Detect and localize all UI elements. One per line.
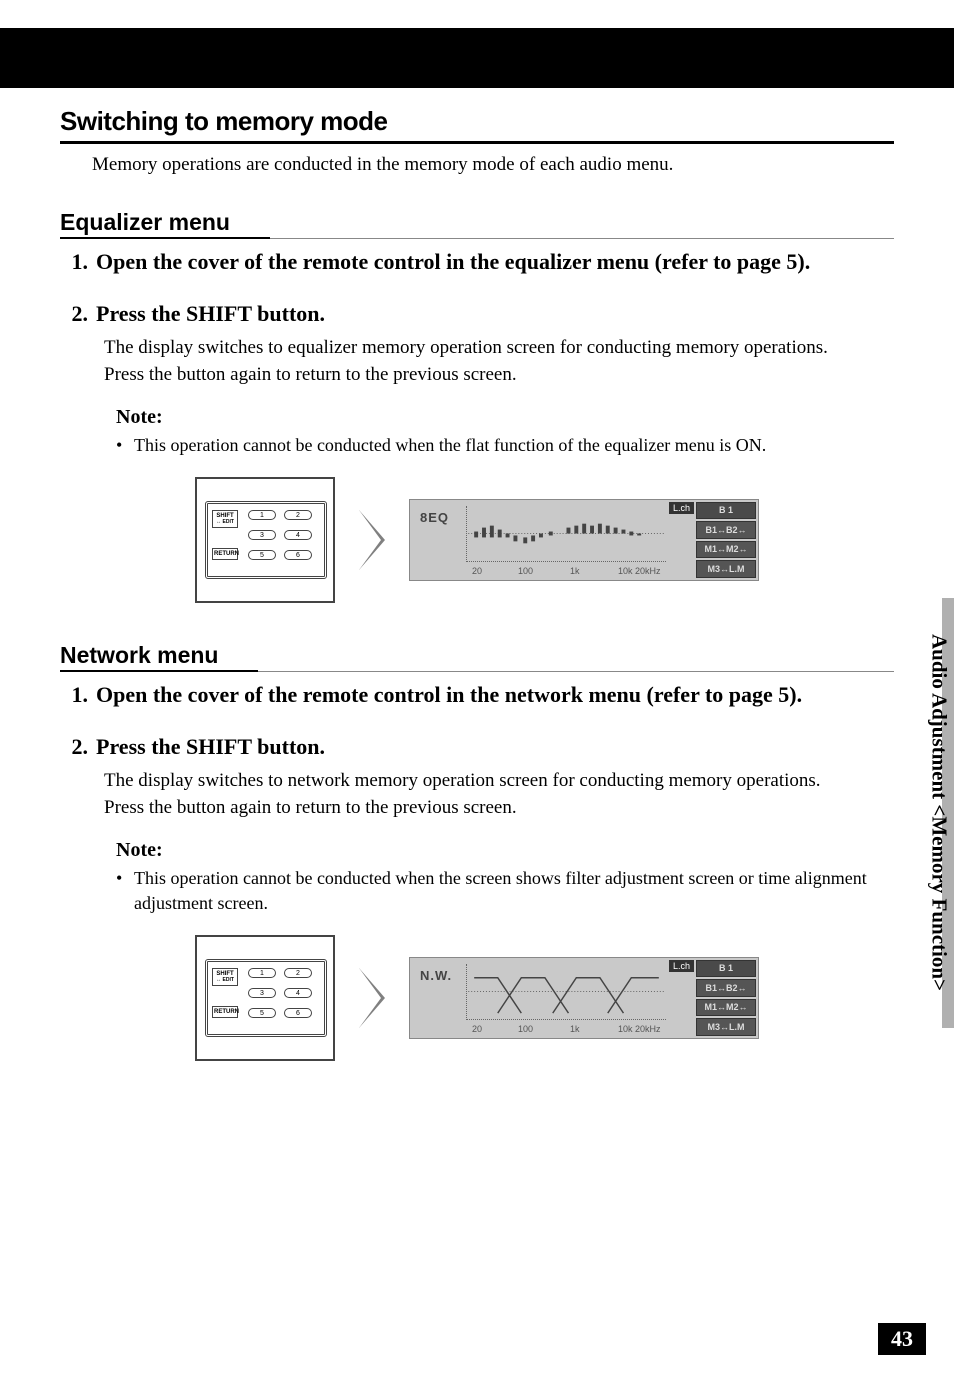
note-text: This operation cannot be conducted when …: [134, 866, 894, 916]
panel-b1: B 1: [696, 502, 756, 520]
screen-mode-label: 8EQ: [420, 510, 449, 525]
lch-badge: L.ch: [669, 960, 694, 972]
main-intro-text: Memory operations are conducted in the m…: [92, 154, 894, 176]
shift-button-label: SHIFT↔ EDIT: [212, 510, 238, 528]
equalizer-figure-row: SHIFT↔ EDIT RETURN 1 2 3 4 5 6 8EQ L.ch: [60, 477, 894, 603]
remote-num-2: 2: [284, 968, 312, 978]
axis-20: 20: [472, 1024, 482, 1034]
step-title: Press the SHIFT button.: [96, 734, 894, 760]
panel-b1: B 1: [696, 960, 756, 978]
step-number: 1.: [60, 682, 96, 716]
network-note: Note: • This operation cannot be conduct…: [116, 839, 894, 916]
shift-button-label: SHIFT↔ EDIT: [212, 968, 238, 986]
axis-10k: 10k 20kHz: [618, 566, 661, 576]
step-title: Open the cover of the remote control in …: [96, 682, 894, 708]
step-title: Open the cover of the remote control in …: [96, 249, 894, 275]
panel-b1b2: B1↔B2↔: [696, 521, 756, 539]
page-number: 43: [878, 1323, 926, 1355]
panel-m3lm: M3↔L.M: [696, 560, 756, 578]
remote-num-5: 5: [248, 1008, 276, 1018]
network-screen-figure: N.W. L.ch 20 100 1k 10k 20kHz B 1: [409, 957, 759, 1039]
eq-bars-icon: [467, 506, 666, 561]
remote-num-4: 4: [284, 988, 312, 998]
equalizer-step-2: 2. Press the SHIFT button. The display s…: [60, 301, 894, 388]
network-title-wrap: Network menu: [60, 643, 894, 672]
remote-control-figure: SHIFT↔ EDIT RETURN 1 2 3 4 5 6: [195, 477, 335, 603]
step-title: Press the SHIFT button.: [96, 301, 894, 327]
remote-control-figure: SHIFT↔ EDIT RETURN 1 2 3 4 5 6: [195, 935, 335, 1061]
lch-badge: L.ch: [669, 502, 694, 514]
nw-graph: [466, 964, 666, 1020]
step-body-text: The display switches to equalizer memory…: [96, 335, 894, 388]
arrow-icon: [359, 968, 385, 1028]
memory-panel: B 1 B1↔B2↔ M1↔M2↔ M3↔L.M: [696, 502, 756, 578]
axis-100: 100: [518, 566, 533, 576]
note-text: This operation cannot be conducted when …: [134, 433, 766, 458]
memory-panel: B 1 B1↔B2↔ M1↔M2↔ M3↔L.M: [696, 960, 756, 1036]
step-body-text: The display switches to network memory o…: [96, 768, 894, 821]
step-number: 2.: [60, 734, 96, 821]
arrow-icon: [359, 510, 385, 570]
eq-graph: [466, 506, 666, 562]
panel-m3lm: M3↔L.M: [696, 1018, 756, 1036]
remote-num-1: 1: [248, 510, 276, 520]
equalizer-step-1: 1. Open the cover of the remote control …: [60, 249, 894, 283]
axis-1k: 1k: [570, 1024, 580, 1034]
network-title: Network menu: [60, 643, 258, 672]
axis-100: 100: [518, 1024, 533, 1034]
main-section-title: Switching to memory mode: [60, 106, 894, 144]
panel-m1m2: M1↔M2↔: [696, 541, 756, 559]
note-label: Note:: [116, 406, 894, 429]
note-bullet: •: [116, 866, 134, 916]
nw-curves-icon: [467, 964, 666, 1019]
remote-num-6: 6: [284, 550, 312, 560]
page-content: Switching to memory mode Memory operatio…: [0, 88, 954, 1061]
equalizer-title: Equalizer menu: [60, 210, 270, 239]
header-black-bar: [0, 28, 954, 88]
step-number: 2.: [60, 301, 96, 388]
remote-num-4: 4: [284, 530, 312, 540]
panel-b1b2: B1↔B2↔: [696, 979, 756, 997]
note-bullet: •: [116, 433, 134, 458]
step-number: 1.: [60, 249, 96, 283]
axis-10k: 10k 20kHz: [618, 1024, 661, 1034]
network-step-2: 2. Press the SHIFT button. The display s…: [60, 734, 894, 821]
network-figure-row: SHIFT↔ EDIT RETURN 1 2 3 4 5 6 N.W. L.ch: [60, 935, 894, 1061]
return-button-label: RETURN: [212, 548, 238, 560]
note-label: Note:: [116, 839, 894, 862]
axis-20: 20: [472, 566, 482, 576]
equalizer-note: Note: • This operation cannot be conduct…: [116, 406, 894, 458]
axis-1k: 1k: [570, 566, 580, 576]
return-button-label: RETURN: [212, 1006, 238, 1018]
network-step-1: 1. Open the cover of the remote control …: [60, 682, 894, 716]
equalizer-title-wrap: Equalizer menu: [60, 210, 894, 239]
remote-num-2: 2: [284, 510, 312, 520]
panel-m1m2: M1↔M2↔: [696, 999, 756, 1017]
remote-num-3: 3: [248, 988, 276, 998]
remote-num-3: 3: [248, 530, 276, 540]
side-tab-text: Audio Adjustment <Memory Function>: [927, 634, 952, 991]
side-section-tab: Audio Adjustment <Memory Function>: [924, 598, 954, 1028]
remote-num-1: 1: [248, 968, 276, 978]
screen-mode-label: N.W.: [420, 968, 452, 983]
equalizer-screen-figure: 8EQ L.ch: [409, 499, 759, 581]
remote-num-6: 6: [284, 1008, 312, 1018]
remote-num-5: 5: [248, 550, 276, 560]
